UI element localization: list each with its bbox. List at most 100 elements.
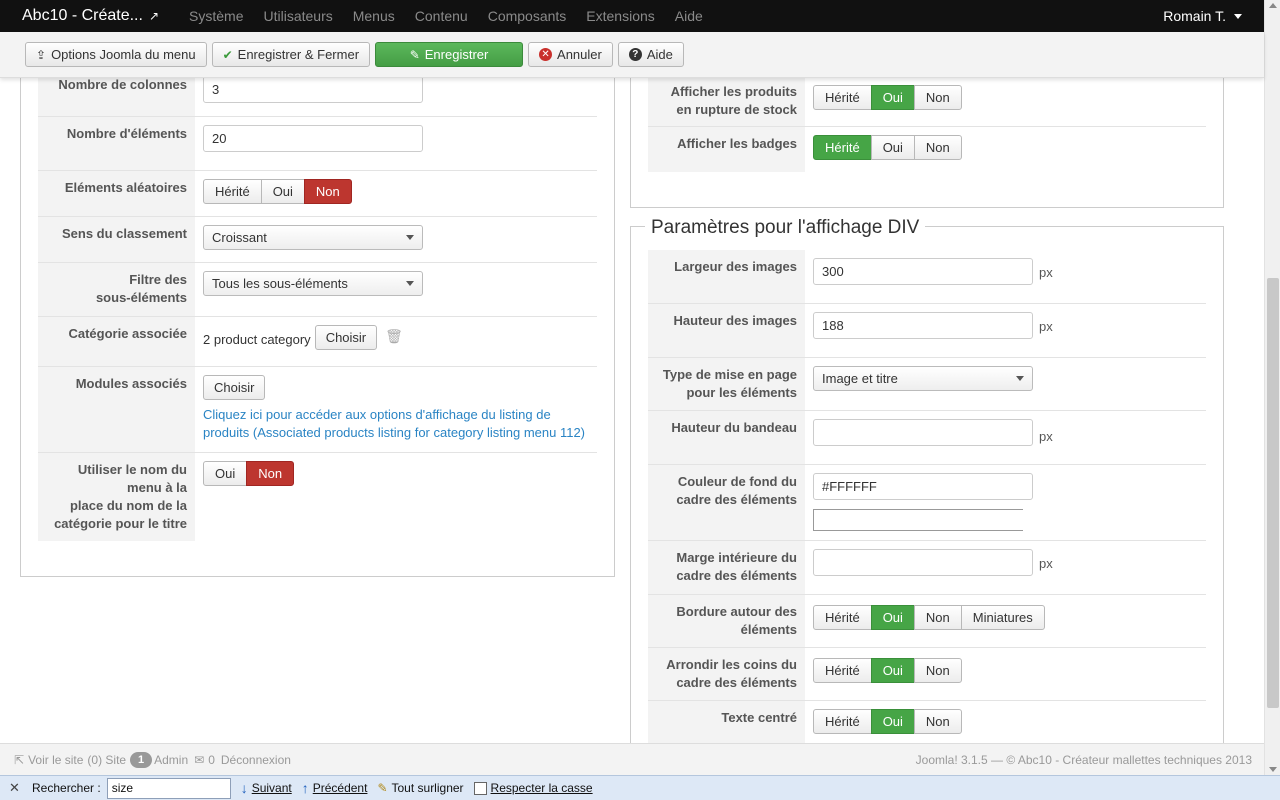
save-button[interactable]: ✎ Enregistrer	[375, 42, 524, 67]
row-sens-classement: Sens du classement Croissant	[38, 217, 597, 263]
aleatoires-toggle: Hérité Oui Non	[203, 179, 352, 204]
scroll-down-icon[interactable]	[1269, 767, 1277, 772]
status-bar: ⇱ Voir le site (0) Site 1 Admin ✉ 0 Déco…	[0, 743, 1264, 775]
modules-choisir-button[interactable]: Choisir	[203, 375, 266, 400]
find-bar: ✕ Rechercher : size ↓ Suivant ↑ Précéden…	[0, 775, 1280, 800]
badges-non[interactable]: Non	[913, 135, 962, 160]
menu-contenu[interactable]: Contenu	[405, 8, 478, 24]
bordure-miniatures[interactable]: Miniatures	[960, 605, 1045, 630]
site-brand-link[interactable]: Abc10 - Créate... ↗	[22, 7, 159, 25]
filtre-select[interactable]: Tous les sous-éléments	[203, 271, 423, 296]
arrondir-toggle: Hérité Oui Non	[813, 658, 962, 683]
question-icon: ?	[628, 48, 642, 61]
scroll-thumb[interactable]	[1267, 278, 1279, 708]
row-largeur-images: Largeur des images 300 px	[648, 250, 1206, 304]
menu-extensions[interactable]: Extensions	[576, 8, 664, 24]
centre-oui[interactable]: Oui	[870, 709, 915, 734]
highlight-all-button[interactable]: ✎ Tout surligner	[377, 781, 463, 795]
div-params-legend: Paramètres pour l'affichage DIV	[645, 217, 926, 239]
label-rupture-line1: Afficher les produits	[670, 84, 797, 99]
nb-colonnes-input[interactable]: 3	[203, 78, 423, 103]
save-close-button[interactable]: ✔ Enregistrer & Fermer	[211, 42, 371, 67]
label-utiliser-line3: place du nom de la	[69, 498, 187, 513]
find-prev-button[interactable]: ↑ Précédent	[302, 780, 368, 796]
largeur-input[interactable]: 300	[813, 258, 1033, 285]
hauteur-unit: px	[1039, 319, 1053, 334]
bordure-toggle: Hérité Oui Non Miniatures	[813, 605, 1045, 630]
label-badges: Afficher les badges	[648, 127, 805, 172]
utiliser-non[interactable]: Non	[246, 461, 295, 486]
label-type-line1: Type de mise en page	[662, 367, 797, 382]
centre-herite[interactable]: Hérité	[813, 709, 872, 734]
rupture-herite[interactable]: Hérité	[813, 85, 872, 110]
centre-non[interactable]: Non	[913, 709, 962, 734]
user-menu[interactable]: Romain T.	[1163, 8, 1242, 24]
rupture-oui[interactable]: Oui	[870, 85, 915, 110]
help-button[interactable]: ? Aide	[617, 42, 684, 67]
menu-aide[interactable]: Aide	[665, 8, 713, 24]
external-link-icon: ↗	[148, 9, 160, 23]
find-next-button[interactable]: ↓ Suivant	[241, 780, 292, 796]
aleatoires-oui[interactable]: Oui	[260, 179, 305, 204]
sens-classement-select[interactable]: Croissant	[203, 225, 423, 250]
label-marge-line1: Marge intérieure du	[676, 550, 797, 565]
aleatoires-non[interactable]: Non	[303, 179, 352, 204]
label-marge-line2: cadre des éléments	[676, 568, 797, 583]
nb-elements-input[interactable]: 20	[203, 125, 423, 152]
match-case-checkbox[interactable]: Respecter la casse	[473, 781, 593, 795]
menu-composants[interactable]: Composants	[478, 8, 577, 24]
arrondir-oui[interactable]: Oui	[870, 658, 915, 683]
help-label: Aide	[646, 47, 673, 62]
find-input[interactable]: size	[106, 777, 231, 799]
bordure-non[interactable]: Non	[913, 605, 962, 630]
categorie-choisir-button[interactable]: Choisir	[314, 325, 378, 350]
badges-oui[interactable]: Oui	[870, 135, 915, 160]
menu-menus[interactable]: Menus	[343, 8, 405, 24]
arrondir-non[interactable]: Non	[913, 658, 962, 683]
trash-icon[interactable]: 🗑	[385, 328, 403, 345]
hauteur-input[interactable]: 188	[813, 312, 1033, 339]
options-button-label: Options Joomla du menu	[51, 47, 196, 62]
bordure-oui[interactable]: Oui	[870, 605, 915, 630]
logout-link[interactable]: Déconnexion	[221, 753, 291, 767]
listing-options-link[interactable]: Cliquez ici pour accéder aux options d'a…	[203, 406, 585, 442]
row-couleur-fond: Couleur de fond du cadre des éléments #F…	[648, 465, 1206, 541]
bordure-herite[interactable]: Hérité	[813, 605, 872, 630]
options-button[interactable]: ⇪ Options Joomla du menu	[25, 42, 207, 67]
badges-herite[interactable]: Hérité	[813, 135, 872, 160]
label-type-line2: pour les éléments	[686, 385, 797, 400]
label-type: Type de mise en page pour les éléments	[648, 358, 805, 410]
label-filtre-line2: sous-éléments	[95, 290, 187, 305]
save-close-label: Enregistrer & Fermer	[237, 47, 360, 62]
chevron-down-icon	[406, 281, 414, 286]
cancel-button[interactable]: ✕ Annuler	[528, 42, 613, 67]
label-elements-aleatoires: Eléments aléatoires	[38, 171, 195, 216]
menu-systeme[interactable]: Système	[179, 8, 253, 24]
couleur-input[interactable]: #FFFFFF	[813, 473, 1033, 500]
menu-utilisateurs[interactable]: Utilisateurs	[253, 8, 342, 24]
row-hauteur-images: Hauteur des images 188 px	[648, 304, 1206, 358]
color-swatch[interactable]	[813, 509, 1023, 531]
label-utiliser-line4: catégorie pour le titre	[54, 516, 187, 531]
admin-count-badge: 1	[130, 751, 153, 768]
scroll-up-icon[interactable]	[1269, 3, 1277, 8]
label-modules: Modules associés	[38, 367, 195, 452]
aleatoires-herite[interactable]: Hérité	[203, 179, 262, 204]
rupture-non[interactable]: Non	[913, 85, 962, 110]
marge-input[interactable]	[813, 549, 1033, 576]
type-select[interactable]: Image et titre	[813, 366, 1033, 391]
page-scrollbar[interactable]	[1264, 0, 1280, 775]
find-label: Rechercher :	[32, 781, 101, 795]
messages-count: 0	[208, 752, 215, 767]
main-menu: Système Utilisateurs Menus Contenu Compo…	[179, 8, 713, 24]
utiliser-oui[interactable]: Oui	[203, 461, 248, 486]
bandeau-input[interactable]	[813, 419, 1033, 446]
find-next-label: Suivant	[251, 781, 292, 795]
close-icon[interactable]: ✕	[9, 780, 21, 796]
user-name: Romain T.	[1163, 8, 1226, 24]
arrondir-herite[interactable]: Hérité	[813, 658, 872, 683]
top-navbar: Abc10 - Créate... ↗ Système Utilisateurs…	[0, 0, 1264, 32]
arrow-down-icon: ↓	[240, 780, 248, 796]
row-elements-aleatoires: Eléments aléatoires Hérité Oui Non	[38, 171, 597, 217]
view-site-link[interactable]: Voir le site	[28, 753, 83, 767]
